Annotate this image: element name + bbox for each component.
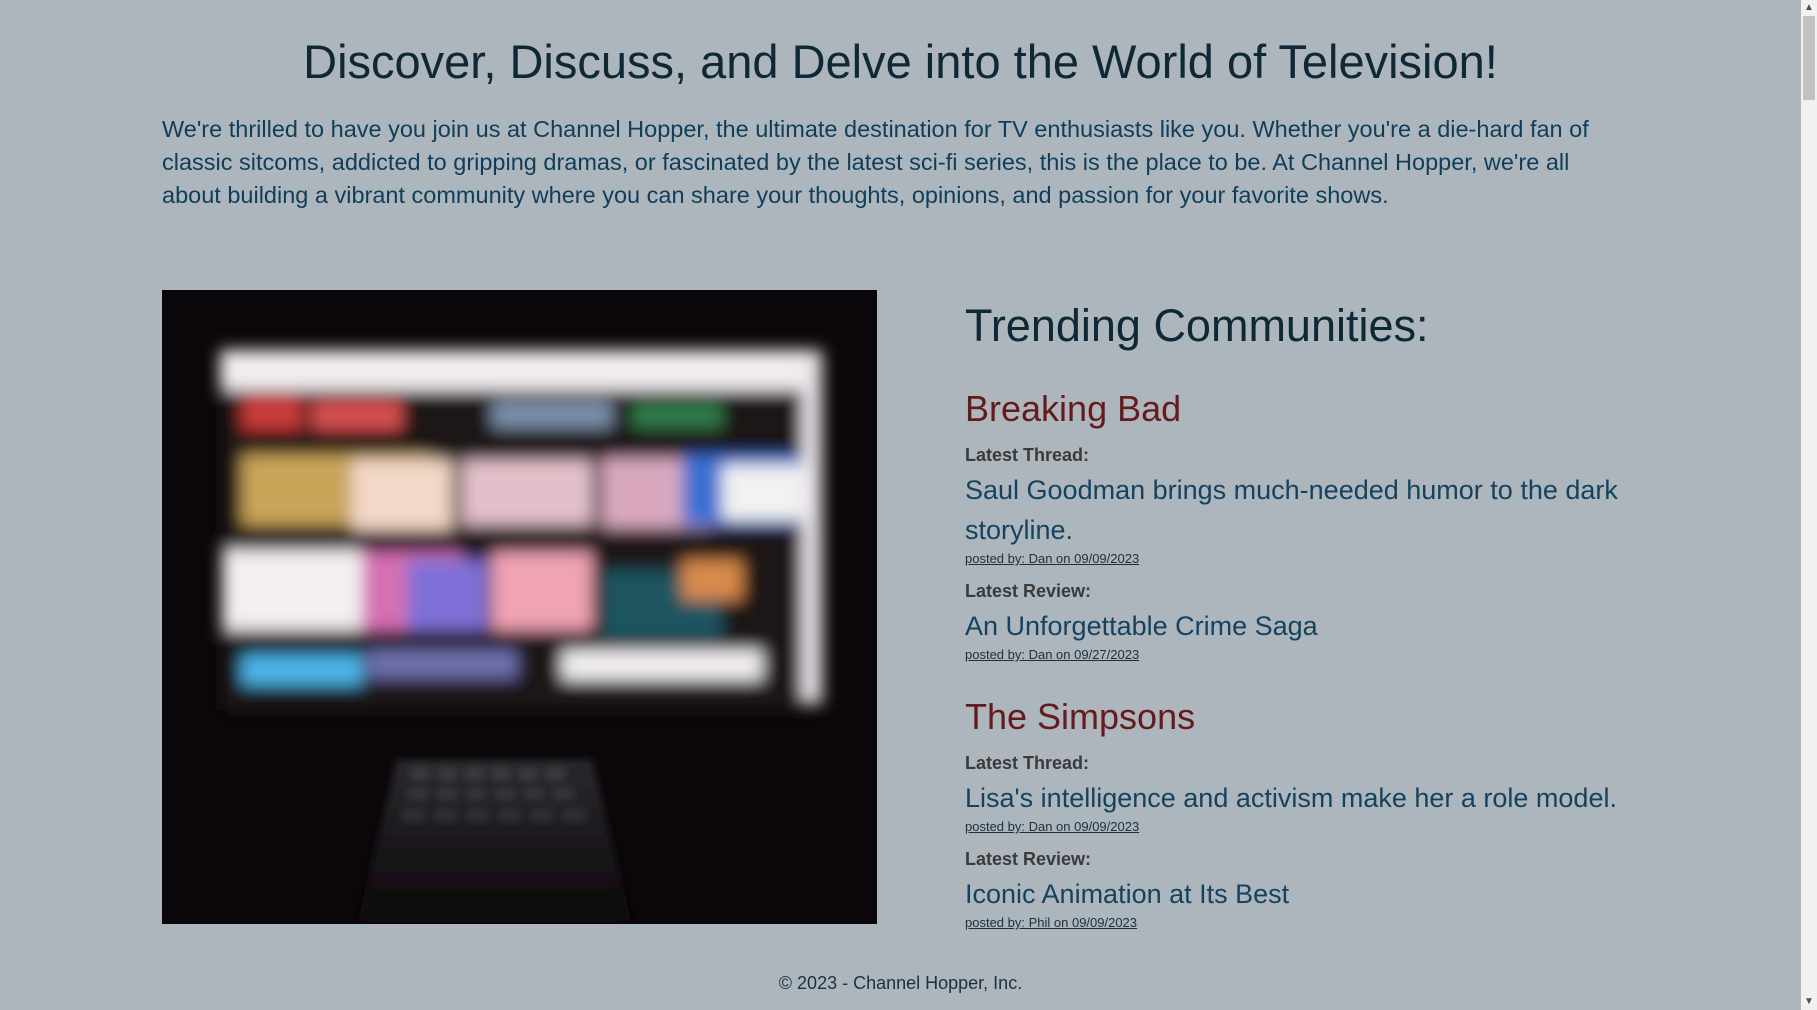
review-link[interactable]: An Unforgettable Crime Saga bbox=[965, 606, 1645, 646]
thread-link[interactable]: Lisa's intelligence and activism make he… bbox=[965, 778, 1645, 818]
community-name[interactable]: Breaking Bad bbox=[965, 386, 1645, 432]
latest-thread-label: Latest Thread: bbox=[965, 753, 1090, 773]
community-the-simpsons: The Simpsons Latest Thread: Lisa's intel… bbox=[965, 694, 1645, 932]
review-link[interactable]: Iconic Animation at Its Best bbox=[965, 874, 1645, 914]
tv-remote-illustration bbox=[162, 290, 877, 924]
latest-review-label: Latest Review: bbox=[965, 849, 1092, 869]
review-posted-link[interactable]: posted by: Phil on 09/09/2023 bbox=[965, 914, 1645, 932]
intro-paragraph: We're thrilled to have you join us at Ch… bbox=[162, 116, 1589, 208]
page-title: Discover, Discuss, and Delve into the Wo… bbox=[303, 35, 1498, 88]
latest-thread-label: Latest Thread: bbox=[965, 445, 1090, 465]
review-posted-link[interactable]: posted by: Dan on 09/27/2023 bbox=[965, 646, 1645, 664]
latest-review-label: Latest Review: bbox=[965, 581, 1092, 601]
page: Discover, Discuss, and Delve into the Wo… bbox=[0, 0, 1801, 1010]
community-name[interactable]: The Simpsons bbox=[965, 694, 1645, 740]
trending-title: Trending Communities: bbox=[965, 300, 1429, 351]
footer-copyright: © 2023 - Channel Hopper, Inc. bbox=[778, 973, 1023, 993]
thread-posted-link[interactable]: posted by: Dan on 09/09/2023 bbox=[965, 550, 1645, 568]
thread-posted-link[interactable]: posted by: Dan on 09/09/2023 bbox=[965, 818, 1645, 836]
chevron-down-icon[interactable]: ▼ bbox=[1801, 994, 1817, 1010]
vertical-scrollbar[interactable]: ▲ ▼ bbox=[1801, 0, 1817, 1010]
scrollbar-thumb[interactable] bbox=[1803, 16, 1815, 100]
community-breaking-bad: Breaking Bad Latest Thread: Saul Goodman… bbox=[965, 386, 1645, 664]
chevron-up-icon[interactable]: ▲ bbox=[1801, 0, 1817, 16]
tv-remote-image bbox=[162, 290, 877, 924]
thread-link[interactable]: Saul Goodman brings much-needed humor to… bbox=[965, 470, 1645, 550]
trending-communities: Trending Communities: Breaking Bad Lates… bbox=[965, 290, 1645, 932]
